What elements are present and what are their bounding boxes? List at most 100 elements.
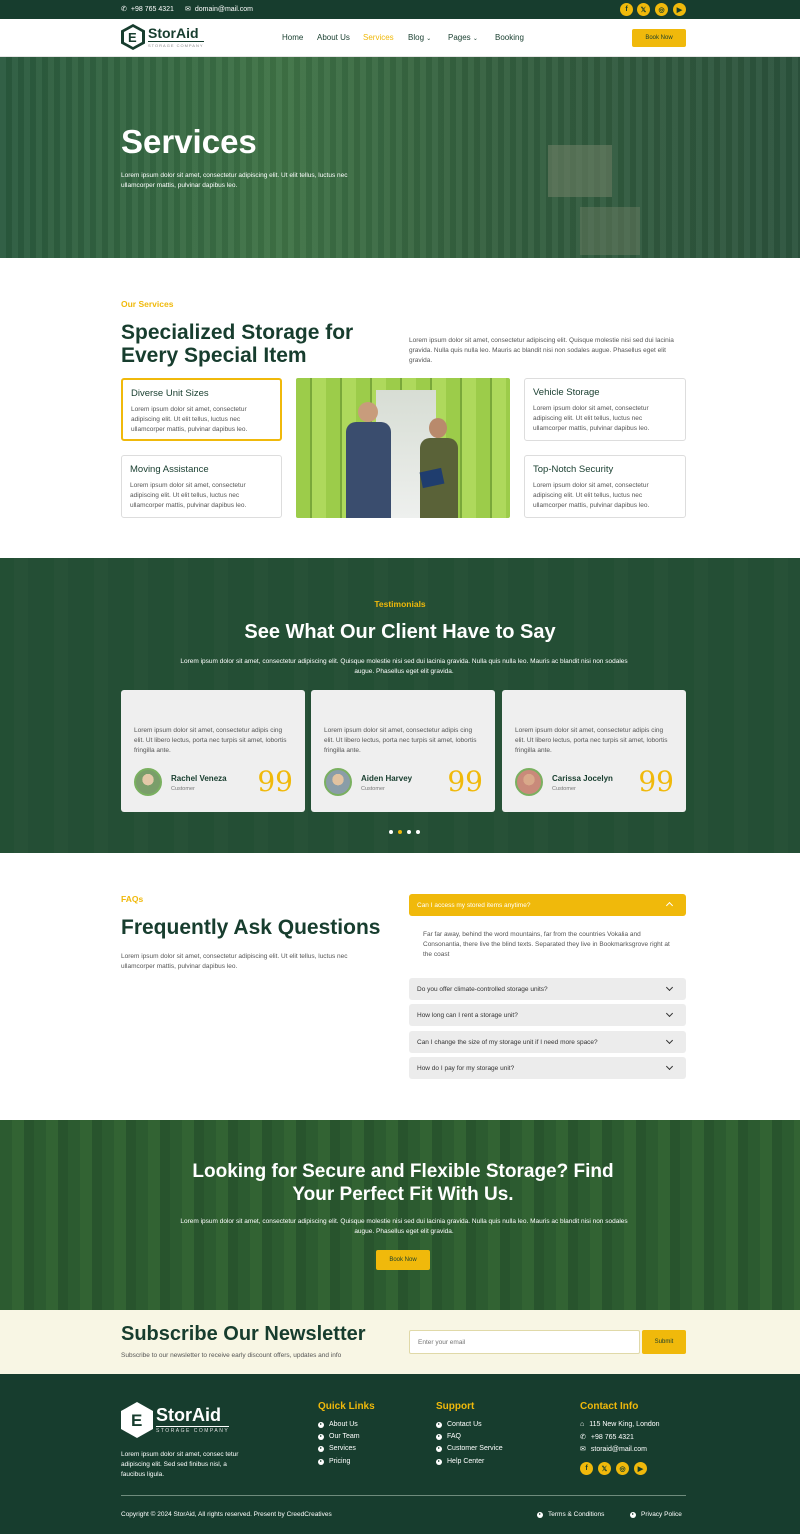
carousel-dot[interactable]: [407, 830, 411, 834]
terms-link[interactable]: Terms & Conditions: [537, 1511, 604, 1518]
newsletter-submit-button[interactable]: Submit: [642, 1330, 686, 1354]
footer-link-pricing[interactable]: Pricing: [318, 1458, 350, 1465]
testimonial-role: Customer: [171, 786, 195, 792]
testimonials-eyebrow: Testimonials: [374, 599, 426, 609]
woman-head: [429, 418, 447, 438]
cta-title: Looking for Secure and Flexible Storage?…: [192, 1161, 614, 1205]
testimonials-text: Lorem ipsum dolor sit amet, consectetur …: [180, 658, 628, 675]
phone-contact[interactable]: ✆ +98 765 4321: [121, 5, 174, 14]
email-contact[interactable]: ✉ domain@mail.com: [185, 5, 253, 14]
faq-question: Can I change the size of my storage unit…: [417, 1038, 598, 1046]
faq-item[interactable]: Can I change the size of my storage unit…: [409, 1031, 686, 1053]
footer-link-about[interactable]: About Us: [318, 1421, 358, 1428]
hero-banner: Services Lorem ipsum dolor sit amet, con…: [0, 57, 800, 258]
quote-icon: 99: [638, 765, 674, 798]
terms-label: Terms & Conditions: [548, 1511, 605, 1518]
phone-text: +98 765 4321: [130, 5, 174, 13]
x-icon[interactable]: 𝕏: [598, 1462, 611, 1475]
faq-item-open[interactable]: Can I access my stored items anytime?: [409, 894, 686, 916]
newsletter-title: Subscribe Our Newsletter: [121, 1323, 366, 1345]
faq-question: Can I access my stored items anytime?: [417, 901, 531, 909]
instagram-icon[interactable]: ◎: [655, 3, 668, 16]
nav-about[interactable]: About Us: [317, 33, 350, 42]
footer-link-label: Help Center: [447, 1458, 485, 1465]
footer-logo[interactable]: E StorAid STORAGE COMPANY: [121, 1402, 230, 1438]
youtube-icon[interactable]: ▶: [634, 1462, 647, 1475]
faq-eyebrow: FAQs: [121, 894, 144, 904]
privacy-link[interactable]: Privacy Police: [630, 1511, 682, 1518]
header-logo[interactable]: E StorAid STORAGE COMPANY: [121, 24, 204, 50]
cta-overlay: [0, 1120, 800, 1310]
testimonial-card: Lorem ipsum dolor sit amet, consectetur …: [311, 690, 495, 812]
chevron-down-icon: [665, 1062, 674, 1071]
faq-item[interactable]: How long can I rent a storage unit?: [409, 1004, 686, 1026]
testimonial-role: Customer: [552, 786, 576, 792]
service-card-text: Lorem ipsum dolor sit amet, consectetur …: [533, 405, 650, 432]
services-intro: Lorem ipsum dolor sit amet, consectetur …: [409, 337, 674, 364]
chevron-up-icon: [665, 901, 674, 910]
footer-email-text: storaid@mail.com: [590, 1445, 647, 1453]
arrow-circle-icon: [537, 1511, 543, 1518]
instagram-icon[interactable]: ◎: [616, 1462, 629, 1475]
carousel-dot-active[interactable]: [398, 830, 402, 834]
footer-link-help-center[interactable]: Help Center: [436, 1458, 484, 1465]
testimonial-quote: Lorem ipsum dolor sit amet, consectetur …: [324, 727, 477, 754]
email-text: domain@mail.com: [194, 5, 253, 13]
faq-item[interactable]: Do you offer climate-controlled storage …: [409, 978, 686, 1000]
youtube-icon[interactable]: ▶: [673, 3, 686, 16]
facebook-icon[interactable]: f: [620, 3, 633, 16]
logo-tagline: STORAGE COMPANY: [156, 1426, 230, 1434]
page-title: Services: [121, 123, 257, 160]
arrow-circle-icon: [436, 1458, 442, 1465]
service-card-title: Vehicle Storage: [533, 387, 600, 398]
nav-pages[interactable]: Pages ⌄: [448, 33, 478, 42]
facebook-icon[interactable]: f: [580, 1462, 593, 1475]
footer-email[interactable]: ✉ storaid@mail.com: [580, 1445, 647, 1454]
testimonials-title: See What Our Client Have to Say: [244, 621, 556, 643]
nav-booking[interactable]: Booking: [495, 33, 524, 42]
box-decoration: [580, 207, 640, 255]
nav-services[interactable]: Services: [363, 33, 394, 42]
chevron-down-icon: [665, 1036, 674, 1045]
footer-link-label: Contact Us: [447, 1421, 482, 1428]
testimonial-card: Lorem ipsum dolor sit amet, consectetur …: [121, 690, 305, 812]
service-card-text: Lorem ipsum dolor sit amet, consectetur …: [130, 482, 247, 509]
nav-home[interactable]: Home: [282, 33, 303, 42]
box-decoration: [548, 145, 612, 197]
logo-tagline: STORAGE COMPANY: [148, 41, 204, 48]
service-card-security[interactable]: Top-Notch Security Lorem ipsum dolor sit…: [524, 455, 686, 518]
newsletter-email-input[interactable]: [409, 1330, 640, 1354]
footer-link-services[interactable]: Services: [318, 1445, 356, 1452]
carousel-dots: [389, 830, 420, 834]
chevron-down-icon: [665, 1009, 674, 1018]
nav-blog[interactable]: Blog ⌄: [408, 33, 431, 42]
arrow-circle-icon: [318, 1421, 324, 1428]
service-card-title: Moving Assistance: [130, 464, 209, 475]
testimonial-name: Aiden Harvey: [361, 774, 413, 783]
arrow-circle-icon: [318, 1458, 324, 1465]
service-card-moving-assistance[interactable]: Moving Assistance Lorem ipsum dolor sit …: [121, 455, 282, 518]
faq-question: How do I pay for my storage unit?: [417, 1064, 515, 1072]
carousel-dot[interactable]: [416, 830, 420, 834]
footer-phone[interactable]: ✆ +98 765 4321: [580, 1433, 634, 1442]
x-icon[interactable]: 𝕏: [637, 3, 650, 16]
footer-link-faq[interactable]: FAQ: [436, 1433, 461, 1440]
footer-phone-text: +98 765 4321: [590, 1433, 634, 1441]
service-card-title: Top-Notch Security: [533, 464, 614, 475]
footer-link-customer-service[interactable]: Customer Service: [436, 1445, 503, 1452]
service-card-text: Lorem ipsum dolor sit amet, consectetur …: [533, 482, 650, 509]
service-card-vehicle-storage[interactable]: Vehicle Storage Lorem ipsum dolor sit am…: [524, 378, 686, 441]
faq-item[interactable]: How do I pay for my storage unit?: [409, 1057, 686, 1079]
footer-link-contact[interactable]: Contact Us: [436, 1421, 482, 1428]
nav-blog-label: Blog: [408, 33, 425, 42]
header-book-now-button[interactable]: Book Now: [632, 29, 686, 47]
footer: [0, 1374, 800, 1534]
quick-links-title: Quick Links: [318, 1401, 375, 1412]
footer-link-team[interactable]: Our Team: [318, 1433, 360, 1440]
logo-hex-icon: E: [121, 24, 145, 50]
testimonial-quote: Lorem ipsum dolor sit amet, consectetur …: [134, 727, 287, 754]
carousel-dot[interactable]: [389, 830, 393, 834]
service-card-diverse-units[interactable]: Diverse Unit Sizes Lorem ipsum dolor sit…: [121, 378, 282, 441]
cta-book-now-button[interactable]: Book Now: [376, 1250, 430, 1270]
arrow-circle-icon: [436, 1421, 442, 1428]
